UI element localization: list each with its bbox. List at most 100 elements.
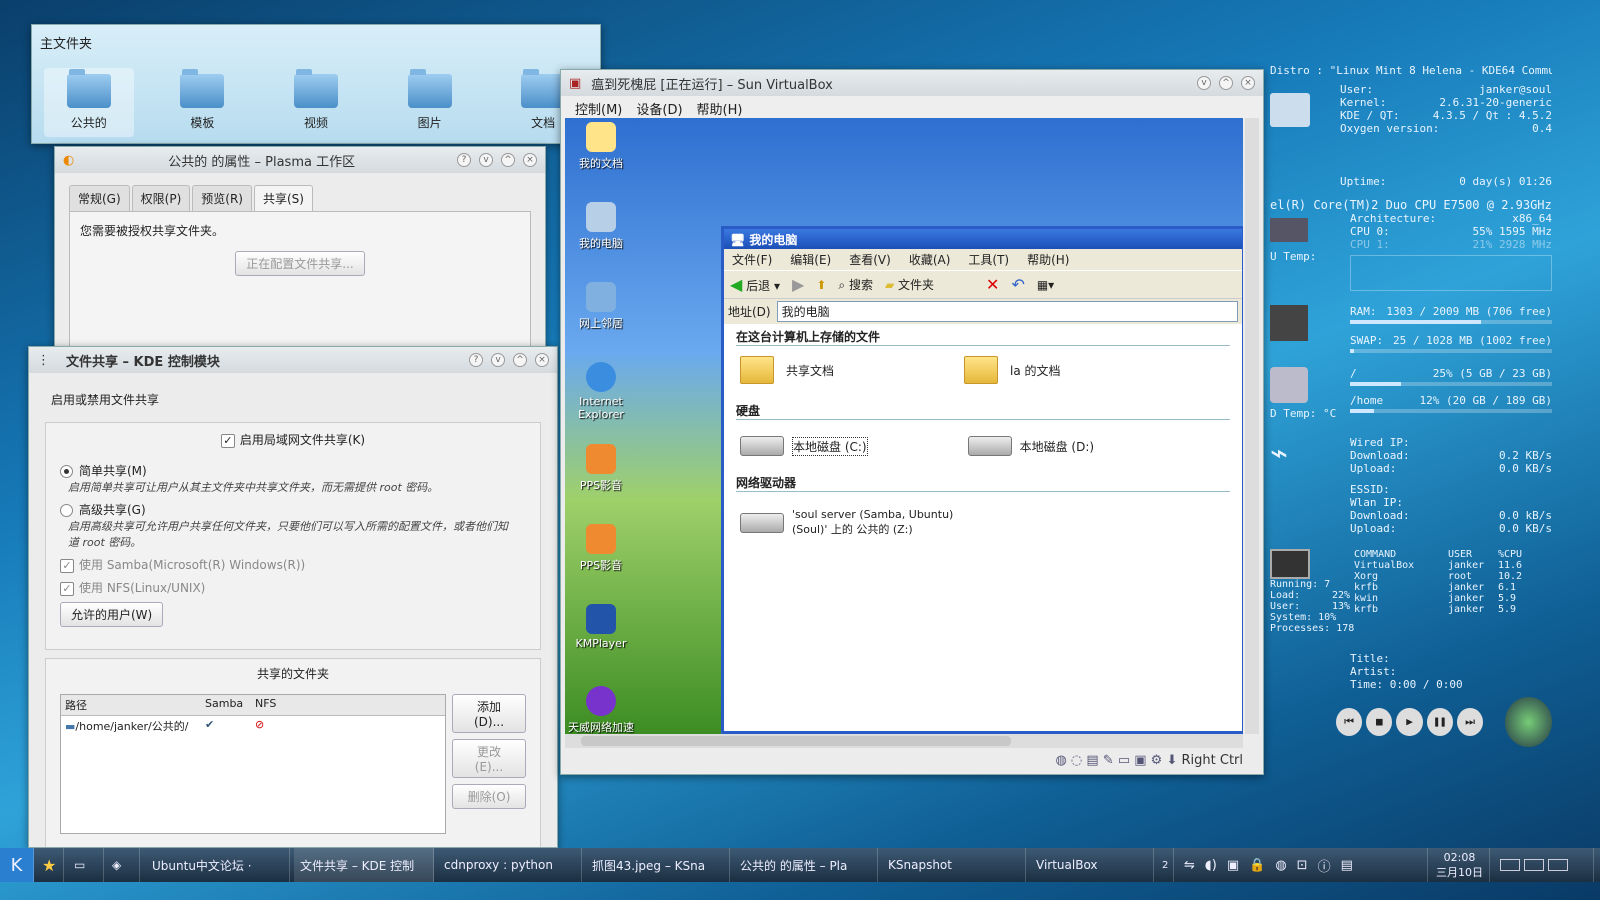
configure-sharing-button[interactable]: 正在配置文件共享... [235, 251, 365, 276]
guest-screen[interactable]: 🖥 我的电脑 文件(F) 编辑(E) 查看(V) 收藏(A) 工具(T) 帮助(H) ◀ … [565, 118, 1243, 734]
desktop-3[interactable] [1548, 859, 1568, 871]
vbox-hscrollbar[interactable] [565, 734, 1243, 748]
delete-icon[interactable]: ✕ [986, 275, 999, 294]
virtualbox-launcher-icon[interactable]: ◈ [106, 848, 140, 882]
minimize-icon[interactable]: v [479, 153, 493, 167]
task-terminal[interactable]: cdnproxy : python [438, 848, 582, 882]
folder-public[interactable]: 公共的 [43, 68, 134, 137]
menu-help[interactable]: 帮助(H) [697, 99, 743, 118]
desktop-icon-my-computer[interactable]: 我的电脑 [568, 202, 634, 251]
xp-menu-tools[interactable]: 工具(T) [968, 251, 1009, 268]
pause-icon[interactable]: ❚❚ [1426, 708, 1453, 736]
tab-general[interactable]: 常规(G) [69, 185, 130, 211]
minimize-icon[interactable]: v [1197, 76, 1211, 90]
network-icon[interactable]: ⇋ [1184, 858, 1195, 873]
back-button[interactable]: ◀ 后退 ▾ [730, 275, 780, 294]
clock[interactable]: 02:08 三月10日 [1430, 848, 1490, 882]
tab-share[interactable]: 共享(S) [253, 185, 313, 211]
play-icon[interactable]: ▶ [1396, 708, 1423, 736]
table-row[interactable]: ▬/home/janker/公共的/✔ ⊘ [61, 716, 445, 736]
network-drive-item[interactable]: 'soul server (Samba, Ubuntu) (Soul)' 上的 公… [740, 508, 1230, 537]
up-folder-icon[interactable]: ⬆ [816, 278, 826, 292]
maximize-icon[interactable]: ^ [501, 153, 515, 167]
add-button[interactable]: 添加(D)... [452, 694, 526, 733]
advanced-share-radio[interactable] [60, 504, 73, 517]
close-icon[interactable]: × [523, 153, 537, 167]
tab-preview[interactable]: 预览(R) [192, 185, 252, 211]
help-icon[interactable]: ? [457, 153, 471, 167]
globe-icon[interactable]: ◍ [1275, 858, 1286, 873]
simple-share-radio[interactable] [60, 465, 73, 478]
desktop-icon-network[interactable]: 网上邻居 [568, 282, 634, 331]
enable-lan-checkbox[interactable]: ✓ [220, 433, 235, 448]
menu-devices[interactable]: 设备(D) [636, 99, 682, 118]
task-image[interactable]: 抓图43.jpeg – KSna [586, 848, 730, 882]
desktop-icon-accel[interactable]: 天威网络加速 [568, 686, 634, 735]
vbox-vscrollbar[interactable] [1245, 118, 1259, 734]
desktop-1[interactable] [1500, 859, 1520, 871]
devices-icon[interactable]: ⊡ [1297, 858, 1308, 873]
xp-menu-edit[interactable]: 编辑(E) [790, 251, 831, 268]
disk-d-item[interactable]: 本地磁盘 (D:) [967, 436, 1094, 456]
lock-icon[interactable]: 🔒 [1249, 858, 1265, 873]
properties-titlebar[interactable]: ◐ 公共的 的属性 – Plasma 工作区? v ^ × [55, 147, 545, 173]
xp-menu-view[interactable]: 查看(V) [849, 251, 891, 268]
modify-button[interactable]: 更改(E)... [452, 739, 526, 778]
next-track-icon[interactable]: ⏭ [1456, 708, 1484, 736]
task-virtualbox[interactable]: VirtualBox [1030, 848, 1154, 882]
explorer-titlebar[interactable]: 🖥 我的电脑 [724, 229, 1242, 249]
task-properties[interactable]: 公共的 的属性 – Pla [734, 848, 878, 882]
close-icon[interactable]: × [535, 353, 549, 367]
minimize-icon[interactable]: v [491, 353, 505, 367]
task-firefox[interactable]: Ubuntu中文论坛 · [146, 848, 290, 882]
close-icon[interactable]: × [1241, 76, 1255, 90]
pager[interactable] [1494, 848, 1594, 882]
show-desktop-icon[interactable]: ▭ [68, 848, 104, 882]
task-kcm[interactable]: 文件共享 – KDE 控制 [294, 848, 434, 882]
samba-checkbox[interactable]: ✓ [60, 558, 74, 573]
maximize-icon[interactable]: ^ [513, 353, 527, 367]
vbox-titlebar[interactable]: ▣ 瘟到死槐屁 [正在运行] – Sun VirtualBox v ^ × [561, 70, 1263, 96]
xp-menu-favorites[interactable]: 收藏(A) [909, 251, 951, 268]
folders-button[interactable]: ▰ 文件夹 [885, 276, 934, 293]
desktop-icon-kmplayer[interactable]: KMPlayer [568, 604, 634, 650]
kmplayer-icon [586, 604, 616, 634]
shared-folders-table[interactable]: 路径 Samba NFS ▬/home/janker/公共的/✔ ⊘ [60, 694, 446, 834]
desktop-icon-my-docs[interactable]: 我的文档 [568, 122, 634, 171]
folder-videos[interactable]: 视频 [271, 68, 361, 137]
folder-templates[interactable]: 模板 [157, 68, 247, 137]
nfs-checkbox[interactable]: ✓ [60, 581, 74, 596]
maximize-icon[interactable]: ^ [1219, 76, 1233, 90]
info-icon[interactable]: ⓘ [1318, 856, 1331, 875]
desktop-2[interactable] [1524, 859, 1544, 871]
favorites-icon[interactable]: ★ [36, 848, 64, 882]
help-icon[interactable]: ? [469, 353, 483, 367]
tab-permissions[interactable]: 权限(P) [131, 185, 191, 211]
desktop-icon-ie[interactable]: Internet Explorer [568, 362, 634, 421]
prev-track-icon[interactable]: ⏮ [1336, 708, 1363, 736]
desktop-icon-pps2[interactable]: PPS影音 [568, 524, 634, 573]
host-key-label: Right Ctrl [1181, 753, 1244, 768]
views-icon[interactable]: ▦▾ [1037, 278, 1054, 292]
undo-icon[interactable]: ↶ [1011, 275, 1024, 294]
delete-button[interactable]: 删除(O) [452, 784, 526, 809]
shared-docs-item[interactable]: 共享文档 [740, 356, 834, 384]
search-button[interactable]: ⌕ 搜索 [838, 276, 873, 293]
task-ksnapshot[interactable]: KSnapshot [882, 848, 1026, 882]
kickoff-icon[interactable]: K [0, 848, 34, 882]
disk-c-item[interactable]: 本地磁盘 (C:) [740, 436, 868, 456]
forward-arrow-icon[interactable]: ▶ [792, 275, 804, 294]
stop-icon[interactable]: ■ [1366, 708, 1393, 736]
desktop-icon-pps1[interactable]: PPS影音 [568, 444, 634, 493]
volume-icon[interactable]: ◖) [1205, 858, 1217, 873]
address-bar[interactable]: 我的电脑 [776, 301, 1238, 322]
allowed-users-button[interactable]: 允许的用户(W) [60, 602, 164, 627]
display-icon[interactable]: ▣ [1227, 858, 1239, 873]
user-docs-item[interactable]: la 的文档 [964, 356, 1061, 384]
monitor-icon[interactable]: ▤ [1341, 858, 1353, 873]
xp-menu-help[interactable]: 帮助(H) [1027, 251, 1069, 268]
folder-pictures[interactable]: 图片 [385, 68, 475, 137]
menu-control[interactable]: 控制(M) [575, 99, 622, 118]
kcm-titlebar[interactable]: ⋮ 文件共享 – KDE 控制模块? v ^ × [29, 347, 557, 373]
xp-menu-file[interactable]: 文件(F) [732, 251, 772, 268]
